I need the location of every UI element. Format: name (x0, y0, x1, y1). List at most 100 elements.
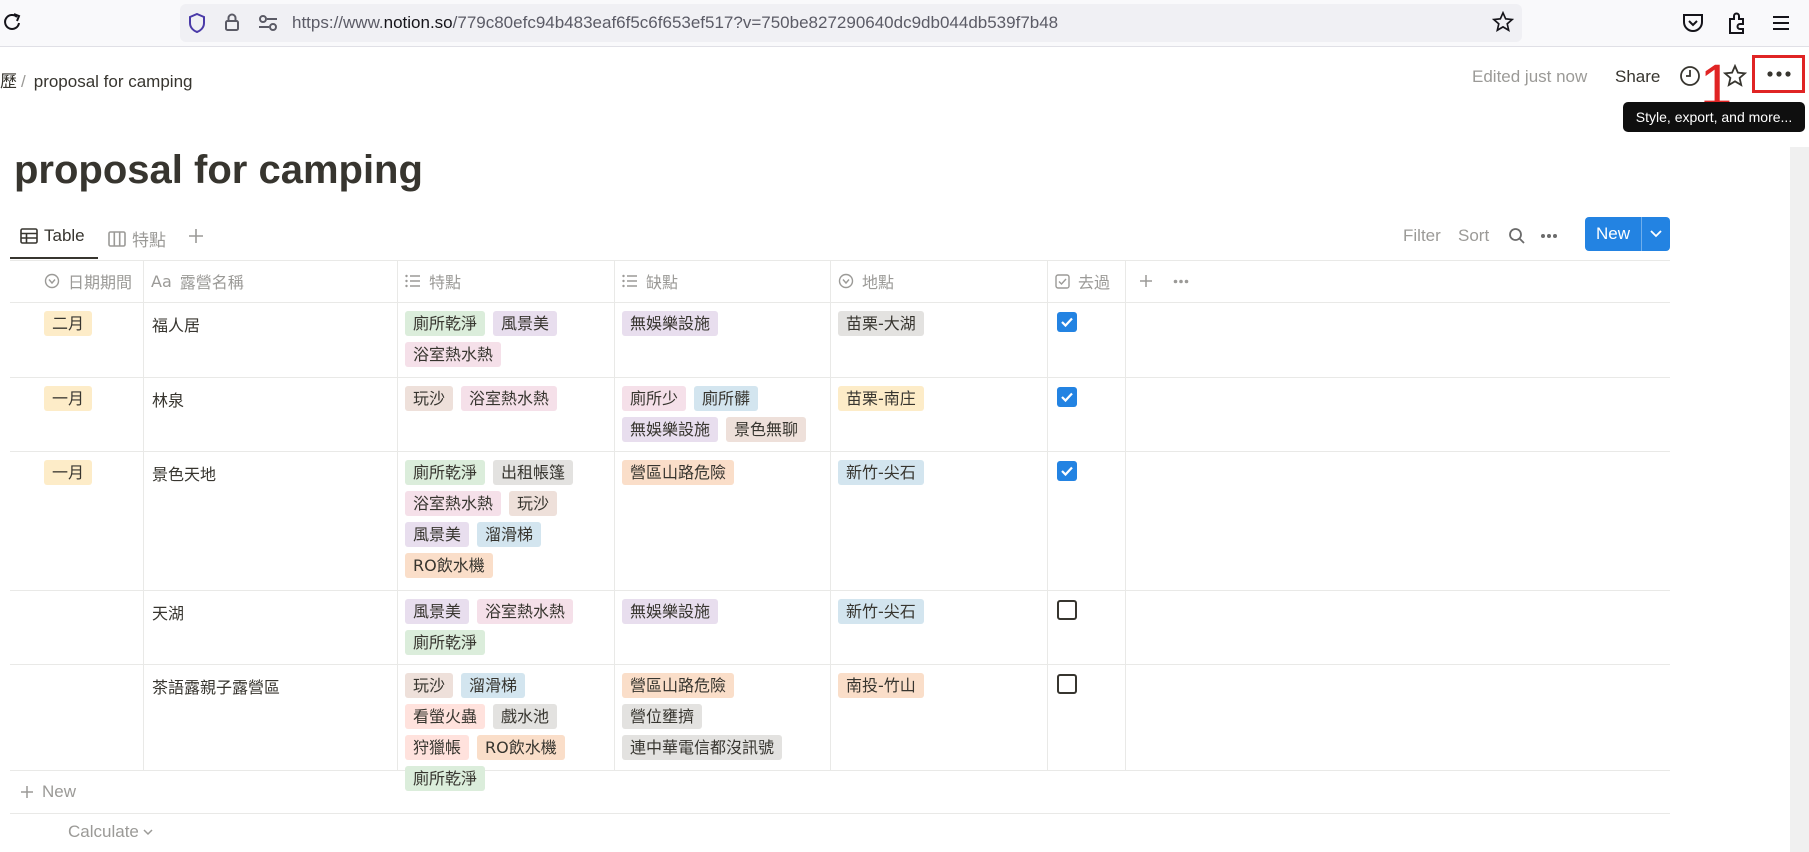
tag: 玩沙 (405, 386, 454, 411)
cons-cell[interactable]: 營區山路危險 (622, 460, 822, 485)
view-more-icon[interactable] (1540, 233, 1558, 239)
name-cell[interactable]: 林泉 (152, 387, 184, 411)
pros-cell[interactable]: 玩沙 浴室熱水熱 (405, 386, 595, 411)
column-header-label: 特點 (429, 273, 462, 292)
add-row-button[interactable]: New (20, 782, 76, 802)
chevron-down-icon (143, 828, 153, 835)
permissions-icon[interactable] (258, 14, 278, 32)
tag: 浴室熱水熱 (405, 491, 502, 516)
tracking-shield-icon[interactable] (188, 13, 206, 33)
checkbox-checked[interactable] (1057, 461, 1077, 481)
checkbox-checked[interactable] (1057, 387, 1077, 407)
column-header-label: 露營名稱 (179, 273, 244, 292)
menu-icon[interactable] (1768, 10, 1794, 36)
pros-cell[interactable]: 風景美 浴室熱水熱 廁所乾淨 (405, 599, 595, 655)
table-row[interactable]: 茶語露親子露營區 玩沙 溜滑梯 看螢火蟲 戲水池 狩獵帳 RO飲水機 廁所乾淨 營區山路危險 營位… (10, 664, 1670, 791)
pros-cell[interactable]: 廁所乾淨 出租帳篷 浴室熱水熱 玩沙 風景美 溜滑梯 RO飲水機 (405, 460, 595, 578)
breadcrumb-separator: / (21, 72, 26, 91)
updates-clock-icon[interactable] (1679, 65, 1701, 87)
breadcrumb-parent[interactable]: 歷 (0, 72, 17, 91)
add-view-icon[interactable] (188, 228, 204, 244)
tag: 景色無聊 (726, 417, 807, 442)
breadcrumb-current[interactable]: proposal for camping (34, 72, 193, 91)
date-cell[interactable]: 一月 (44, 386, 93, 411)
name-cell[interactable]: 景色天地 (152, 461, 216, 485)
cons-cell[interactable]: 無娛樂設施 (622, 599, 822, 624)
tag: 一月 (44, 386, 93, 411)
breadcrumb[interactable]: 歷 / proposal for camping (0, 67, 193, 92)
cons-cell[interactable]: 廁所少 廁所髒 無娛樂設施 景色無聊 (622, 386, 822, 442)
more-dots-icon (1173, 279, 1189, 283)
cons-cell[interactable]: 無娛樂設施 (622, 311, 822, 336)
date-cell[interactable]: 二月 (44, 311, 93, 336)
column-header[interactable]: 特點 (397, 260, 461, 302)
extensions-icon[interactable] (1724, 10, 1750, 36)
tag: 出租帳篷 (493, 460, 574, 485)
list-icon (405, 274, 421, 288)
pros-cell[interactable]: 玩沙 溜滑梯 看螢火蟲 戲水池 狩獵帳 RO飲水機 廁所乾淨 (405, 673, 595, 791)
filter-button[interactable]: Filter (1403, 226, 1441, 246)
calculate-button[interactable]: Calculate (68, 822, 153, 842)
location-cell[interactable]: 新竹-尖石 (838, 460, 924, 485)
column-more-button[interactable] (1165, 260, 1189, 302)
tag: 一月 (44, 460, 93, 485)
checkbox-unchecked[interactable] (1057, 674, 1077, 694)
tag: 玩沙 (405, 673, 454, 698)
url-text[interactable]: https://www.notion.so/779c80efc94b483eaf… (292, 13, 1058, 33)
search-icon[interactable] (1508, 227, 1526, 245)
tab-table[interactable]: Table (20, 226, 85, 246)
board-icon (108, 230, 126, 247)
page-title[interactable]: proposal for camping (14, 148, 423, 193)
checkmark-icon (1061, 317, 1073, 328)
pocket-icon[interactable] (1680, 10, 1706, 36)
tag: 風景美 (405, 522, 470, 547)
more-options-button[interactable] (1752, 55, 1805, 93)
tag: 浴室熱水熱 (405, 342, 502, 367)
date-cell[interactable]: 一月 (44, 460, 93, 485)
column-header[interactable]: 日期期間 (36, 260, 132, 302)
reload-icon[interactable] (2, 10, 22, 34)
calculate-label: Calculate (68, 822, 139, 841)
tag: 廁所乾淨 (405, 460, 486, 485)
location-cell[interactable]: 苗栗-南庄 (838, 386, 924, 411)
list-icon (622, 274, 638, 288)
new-dropdown-chevron-icon[interactable] (1642, 230, 1670, 238)
table-row[interactable]: 一月 景色天地 廁所乾淨 出租帳篷 浴室熱水熱 玩沙 風景美 溜滑梯 RO飲水機 營區山路危險 新竹… (10, 451, 1670, 590)
add-column-button[interactable] (1131, 260, 1153, 302)
column-header[interactable]: 缺點 (614, 260, 678, 302)
cons-cell[interactable]: 營區山路危險 營位壅擠 連中華電信都沒訊號 (622, 673, 822, 760)
checkbox-checked[interactable] (1057, 312, 1077, 332)
row-divider (10, 770, 1670, 771)
table-row[interactable]: 天湖 風景美 浴室熱水熱 廁所乾淨 無娛樂設施 新竹-尖石 (10, 590, 1670, 664)
tab-board[interactable]: 特點 (108, 226, 166, 251)
location-cell[interactable]: 苗栗-大湖 (838, 311, 924, 336)
pros-cell[interactable]: 廁所乾淨 風景美 浴室熱水熱 (405, 311, 595, 367)
location-cell[interactable]: 南投-竹山 (838, 673, 924, 698)
scrollbar[interactable] (1790, 147, 1809, 852)
lock-icon[interactable] (224, 12, 240, 32)
name-cell[interactable]: 茶語露親子露營區 (152, 674, 280, 698)
name-cell[interactable]: 福人居 (152, 312, 200, 336)
location-cell[interactable]: 新竹-尖石 (838, 599, 924, 624)
column-header[interactable]: 去過 (1047, 260, 1110, 302)
tag: 廁所髒 (694, 386, 759, 411)
status-icon (838, 273, 854, 289)
table-row[interactable]: 二月 福人居 廁所乾淨 風景美 浴室熱水熱 無娛樂設施 苗栗-大湖 (10, 302, 1670, 377)
share-button[interactable]: Share (1615, 67, 1660, 87)
tag: 廁所少 (622, 386, 687, 411)
url-bar[interactable]: https://www.notion.so/779c80efc94b483eaf… (180, 4, 1522, 42)
column-header-label: 缺點 (646, 273, 679, 292)
sort-button[interactable]: Sort (1458, 226, 1489, 246)
title-icon: Aa (151, 271, 172, 291)
tag: 玩沙 (509, 491, 558, 516)
column-header[interactable]: 地點 (830, 260, 894, 302)
tag: RO飲水機 (405, 553, 493, 578)
column-header[interactable]: Aa 露營名稱 (143, 260, 244, 302)
tag: 無娛樂設施 (622, 311, 719, 336)
name-cell[interactable]: 天湖 (152, 600, 184, 624)
checkbox-unchecked[interactable] (1057, 600, 1077, 620)
bookmark-star-icon[interactable] (1492, 11, 1514, 33)
new-record-button[interactable]: New (1585, 217, 1670, 251)
footer-divider (10, 813, 1670, 814)
table-row[interactable]: 一月 林泉 玩沙 浴室熱水熱 廁所少 廁所髒 無娛樂設施 景色無聊 苗栗-南庄 (10, 377, 1670, 451)
